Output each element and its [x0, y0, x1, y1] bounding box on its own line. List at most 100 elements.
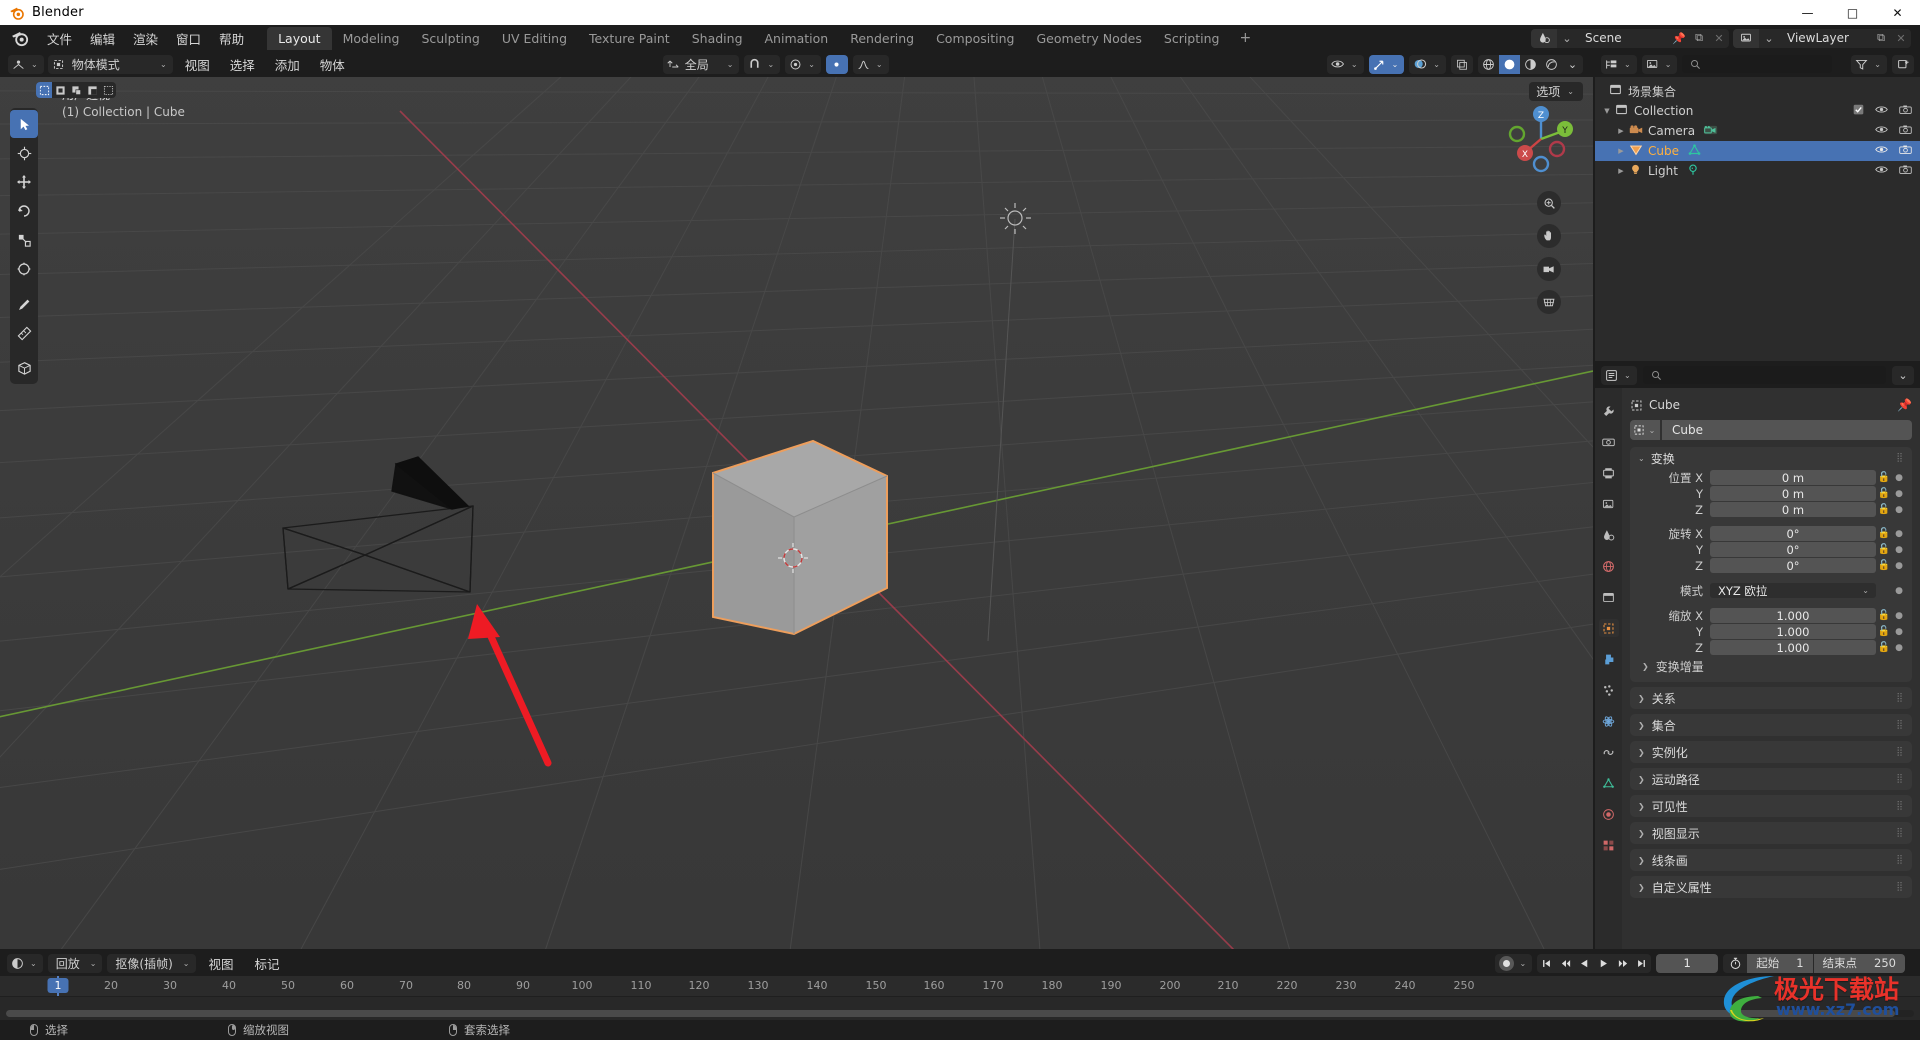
timeline-menu-marker[interactable]: 标记	[247, 952, 288, 975]
annotate-tool[interactable]	[10, 290, 38, 318]
proportional-edit-toggle[interactable]: ⌄	[785, 54, 821, 74]
visibility-chevron[interactable]: ⌄	[1349, 60, 1360, 69]
panel-motion-paths[interactable]: ❯ 运动路径 ⣿	[1630, 768, 1912, 790]
viewport-menu-add[interactable]: 添加	[267, 53, 308, 76]
line-art-chevron[interactable]: ❯	[1638, 856, 1645, 865]
object-name-value[interactable]: Cube	[1662, 420, 1912, 440]
transform-panel-chevron[interactable]: ⌄	[1638, 454, 1645, 463]
viewport-3d[interactable]: ⌄ 物体模式 ⌄ 视图 选择 添加 物体 全局 ⌄ ⌄ ⌄ ⌄ ⌄ ⌄ ⌄ ⌄ …	[0, 51, 1593, 949]
keying-menu[interactable]: 抠像(插帧) ⌄	[107, 953, 196, 973]
box-select-icon[interactable]	[52, 82, 68, 98]
shading-dropdown-chevron[interactable]: ⌄	[1562, 55, 1583, 74]
outliner-row-cube[interactable]: ▶ Cube	[1595, 141, 1920, 161]
panel-custom-properties[interactable]: ❯ 自定义属性 ⣿	[1630, 876, 1912, 898]
use-preview-range-icon[interactable]	[1723, 957, 1747, 970]
rotation-z-animate-dot[interactable]: ●	[1892, 561, 1906, 571]
frame-start-field[interactable]: 起始 1	[1747, 953, 1813, 973]
timeline-playback-controls[interactable]: ⌄ 1 起始 1 结束点 250	[1494, 953, 1913, 973]
scale-z-animate-dot[interactable]: ●	[1892, 643, 1906, 653]
menu-help[interactable]: 帮助	[210, 26, 253, 51]
shading-solid[interactable]	[1499, 54, 1520, 74]
properties-editor[interactable]: ⌄ ⌄ Cube 📌 ⌄ Cube ⌄ 变换 ⣿ 位置 X 0 m 🔓 ● Y …	[1595, 362, 1920, 949]
scale-y-row[interactable]: Y 1.000 🔓 ●	[1630, 624, 1912, 639]
object-visibility-selector[interactable]: ⌄	[1326, 54, 1364, 74]
scale-y-lock-icon[interactable]: 🔓	[1876, 626, 1892, 637]
outliner-display-mode[interactable]: ⌄	[1641, 54, 1678, 74]
orientation-chevron[interactable]: ⌄	[725, 60, 736, 69]
outliner-editor-type-selector[interactable]: ⌄	[1601, 54, 1637, 74]
overlays-toggle[interactable]: ⌄	[1409, 54, 1446, 74]
custom-properties-chevron[interactable]: ❯	[1638, 883, 1645, 892]
object-name-icon[interactable]: ⌄	[1630, 420, 1660, 440]
filter-chevron[interactable]: ⌄	[1872, 60, 1883, 69]
cube-row-toggles[interactable]	[1875, 144, 1912, 158]
motion-paths-chevron[interactable]: ❯	[1638, 775, 1645, 784]
snapping-toggle[interactable]: ⌄	[744, 54, 781, 74]
location-z-lock-icon[interactable]: 🔓	[1876, 504, 1892, 515]
menu-window[interactable]: 窗口	[167, 26, 210, 51]
cube-disclosure-triangle[interactable]: ▶	[1615, 147, 1627, 155]
menu-file[interactable]: 文件	[38, 26, 81, 51]
camera-disclosure-triangle[interactable]: ▶	[1615, 127, 1627, 135]
viewlayer-selector[interactable]: ⌄ ViewLayer ⧉ ✕	[1733, 28, 1911, 48]
intersect-select-icon[interactable]	[100, 82, 116, 98]
outliner-filter-button[interactable]: ⌄	[1851, 54, 1887, 74]
minimize-button[interactable]: —	[1785, 0, 1830, 25]
menu-render[interactable]: 渲染	[124, 26, 167, 51]
interaction-mode-selector[interactable]: 物体模式 ⌄	[47, 54, 173, 74]
timeline-channel-area[interactable]	[0, 996, 1920, 1020]
texture-tab[interactable]	[1599, 836, 1619, 854]
cube-eye-icon[interactable]	[1875, 144, 1888, 158]
jump-to-start-icon[interactable]	[1537, 954, 1556, 973]
scene-selector[interactable]: ⌄ Scene 📌 ⧉ ✕	[1531, 28, 1729, 48]
pin-id-icon[interactable]: 📌	[1897, 398, 1912, 412]
location-y-lock-icon[interactable]: 🔓	[1876, 488, 1892, 499]
scale-z-lock-icon[interactable]: 🔓	[1876, 642, 1892, 653]
jump-to-end-icon[interactable]	[1632, 954, 1651, 973]
shading-rendered[interactable]	[1541, 55, 1562, 74]
pan-view-icon[interactable]	[1537, 224, 1561, 248]
shading-mode-group[interactable]: ⌄	[1478, 54, 1583, 74]
scale-z-row[interactable]: Z 1.000 🔓 ●	[1630, 640, 1912, 655]
remove-viewlayer-icon[interactable]: ✕	[1891, 29, 1911, 48]
auto-keying-chevron[interactable]: ⌄	[1518, 959, 1529, 968]
tab-compositing[interactable]: Compositing	[925, 27, 1025, 50]
frame-range-box[interactable]: 起始 1 结束点 250	[1723, 953, 1905, 973]
object-tab[interactable]	[1598, 619, 1619, 637]
light-row-toggles[interactable]	[1875, 164, 1912, 178]
rotate-tool[interactable]	[10, 197, 38, 225]
location-z-animate-dot[interactable]: ●	[1892, 505, 1906, 515]
location-y-value[interactable]: 0 m	[1710, 486, 1876, 501]
keying-chevron[interactable]: ⌄	[181, 959, 192, 968]
scale-y-animate-dot[interactable]: ●	[1892, 627, 1906, 637]
scale-x-row[interactable]: 缩放 X 1.000 🔓 ●	[1630, 608, 1912, 623]
rotation-z-lock-icon[interactable]: 🔓	[1876, 560, 1892, 571]
properties-search-input[interactable]	[1642, 366, 1886, 384]
timeline-menu-view[interactable]: 视图	[201, 952, 242, 975]
rotation-z-row[interactable]: Z 0° 🔓 ●	[1630, 558, 1912, 573]
shading-material-preview[interactable]	[1520, 55, 1541, 74]
light-eye-icon[interactable]	[1875, 164, 1888, 178]
viewport-toolbar[interactable]	[10, 108, 38, 384]
subtract-select-icon[interactable]	[84, 82, 100, 98]
delta-transform-chevron[interactable]: ❯	[1642, 662, 1649, 671]
tab-texture-paint[interactable]: Texture Paint	[578, 27, 681, 50]
measure-tool[interactable]	[10, 319, 38, 347]
tab-modeling[interactable]: Modeling	[332, 27, 411, 50]
playhead-frame-label[interactable]: 1	[47, 978, 69, 993]
gizmo-toggle[interactable]: ⌄	[1368, 54, 1405, 74]
tweak-select-icon[interactable]	[36, 82, 52, 98]
outliner-search-input[interactable]	[1682, 55, 1833, 73]
collection-eye-icon[interactable]	[1875, 104, 1888, 118]
location-x-row[interactable]: 位置 X 0 m 🔓 ●	[1630, 470, 1912, 485]
panel-instancing[interactable]: ❯ 实例化 ⣿	[1630, 741, 1912, 763]
scale-x-value[interactable]: 1.000	[1710, 608, 1876, 623]
viewlayer-tab[interactable]	[1599, 495, 1619, 513]
panel-collections[interactable]: ❯ 集合 ⣿	[1630, 714, 1912, 736]
properties-tab-strip[interactable]	[1595, 388, 1622, 949]
blender-menu-icon[interactable]	[10, 28, 30, 48]
next-keyframe-icon[interactable]	[1613, 954, 1632, 973]
outliner-row-camera[interactable]: ▶ Camera	[1595, 121, 1920, 141]
menu-edit[interactable]: 编辑	[81, 26, 124, 51]
viewport-menu-object[interactable]: 物体	[312, 53, 353, 76]
